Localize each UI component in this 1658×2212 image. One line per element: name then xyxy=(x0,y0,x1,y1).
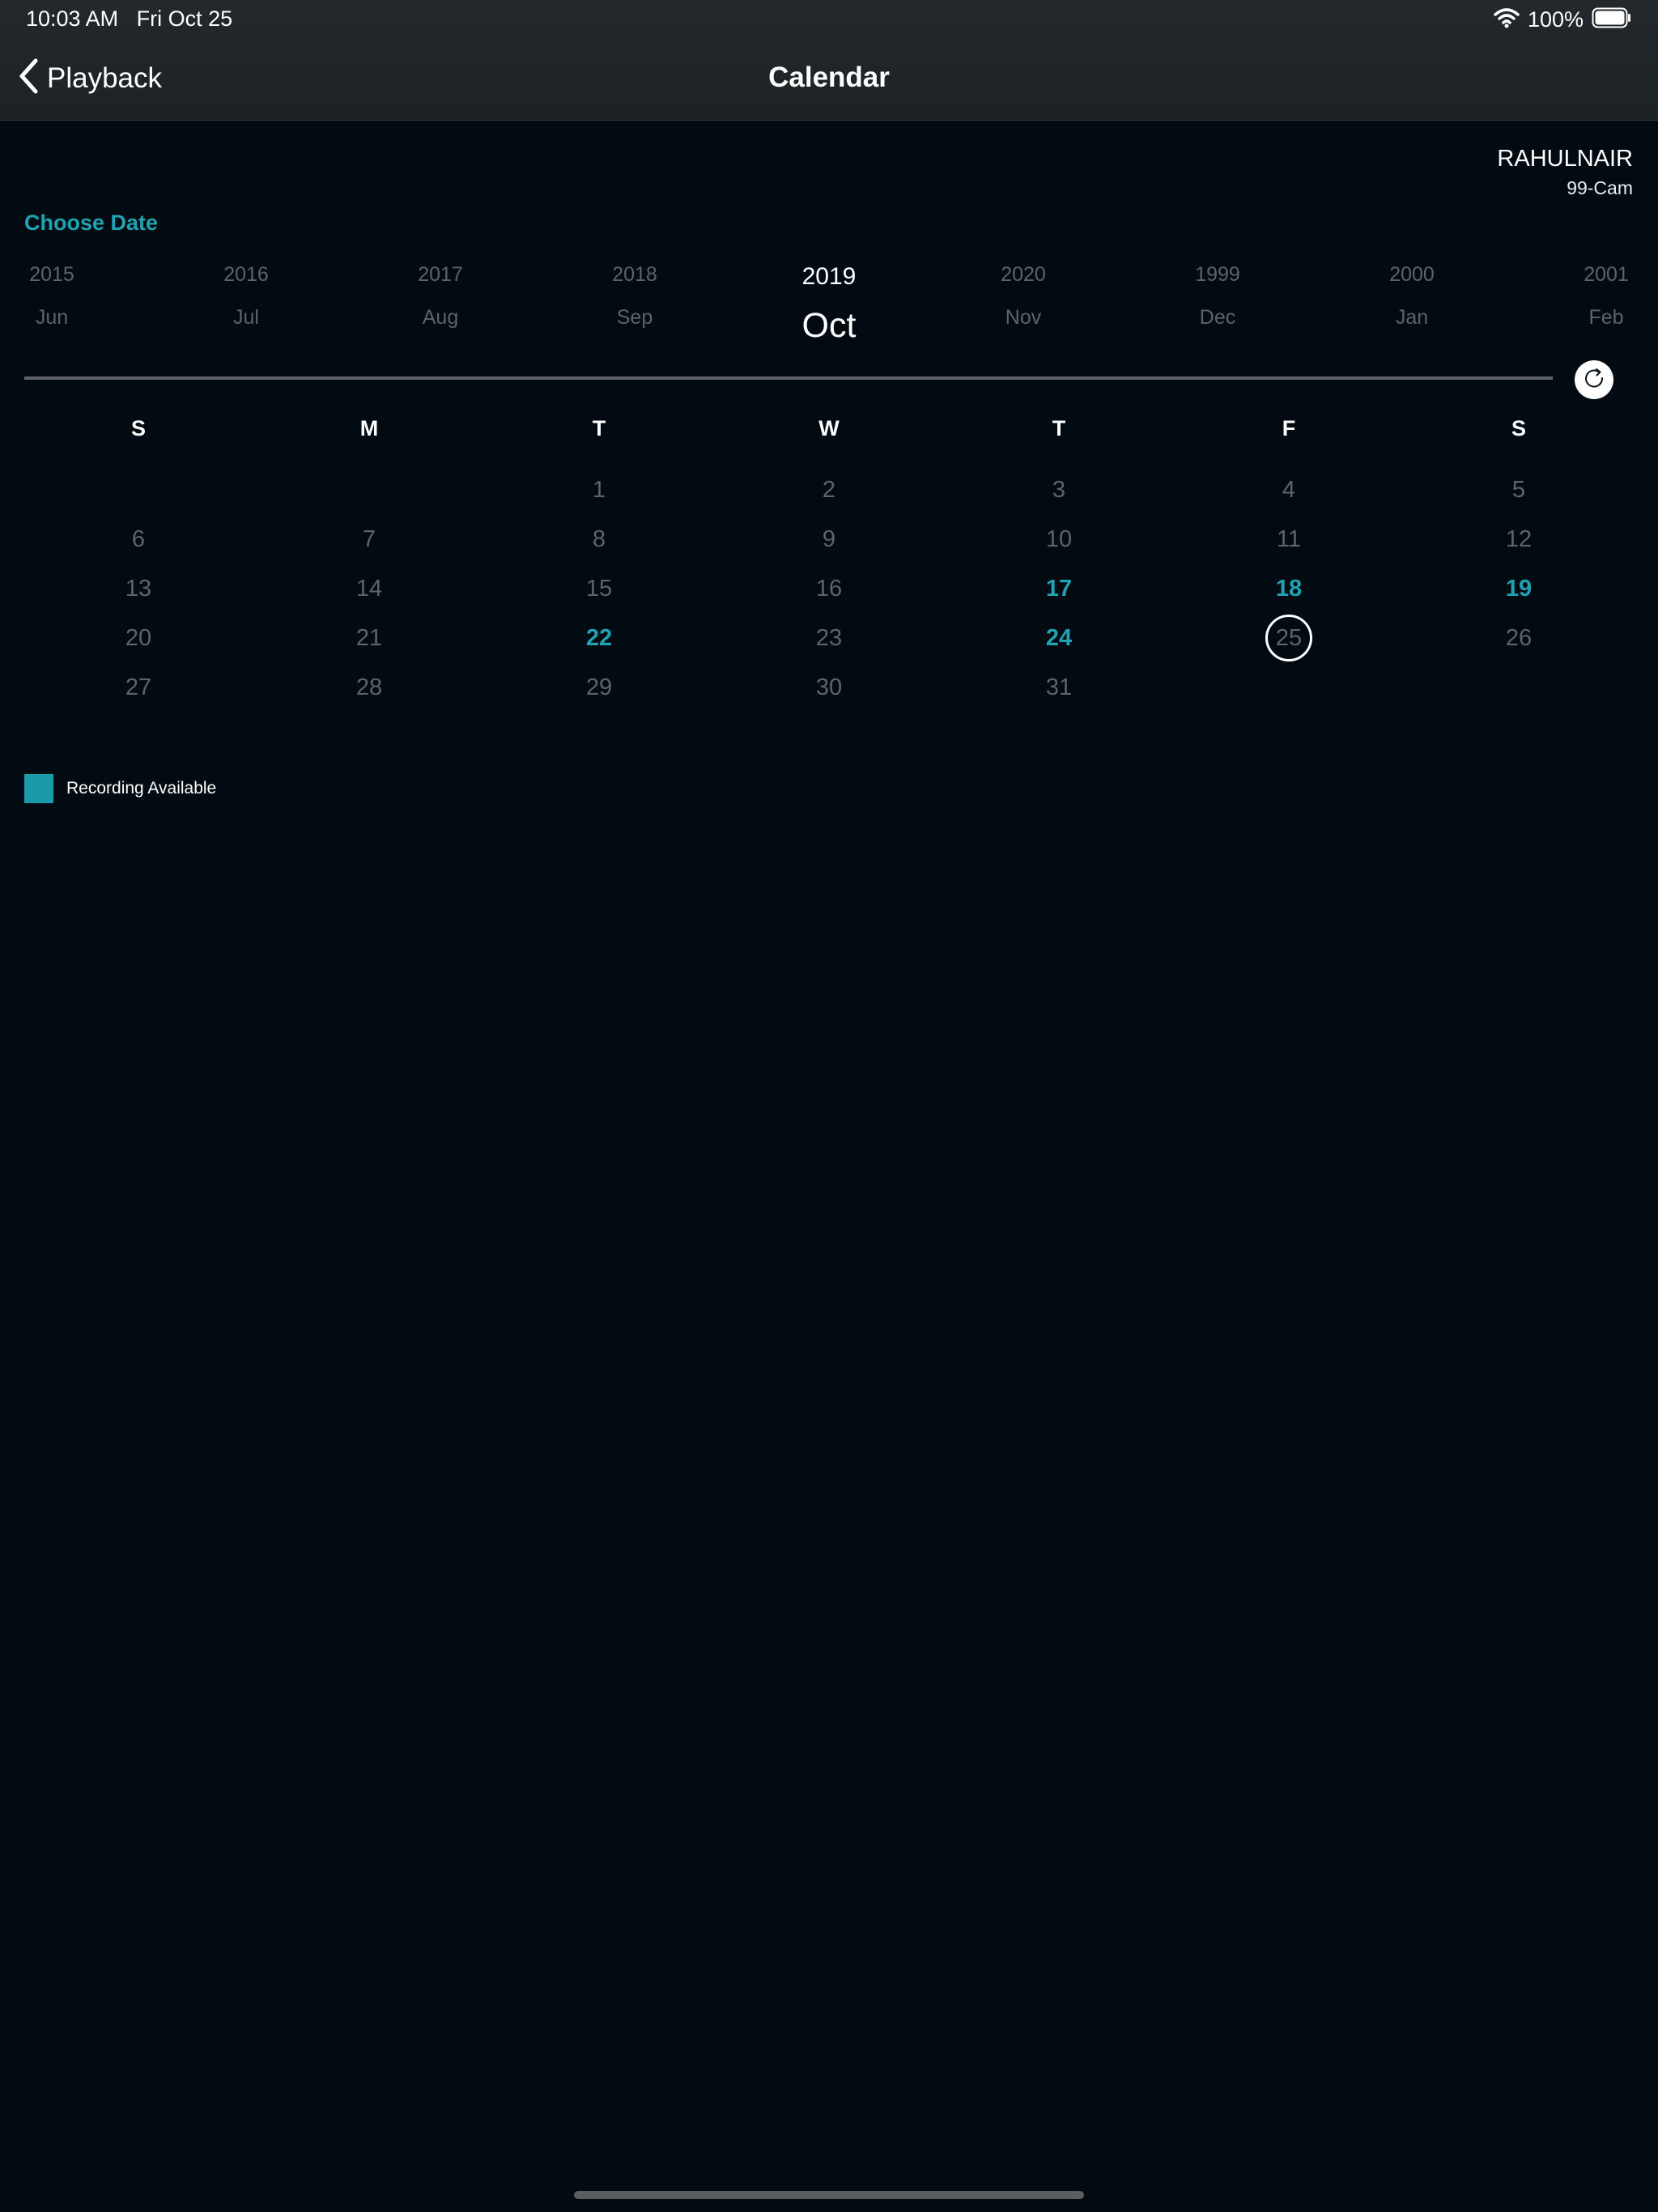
legend-swatch xyxy=(24,774,53,803)
status-time-value: 10:03 AM xyxy=(26,6,119,31)
calendar-day[interactable]: 21 xyxy=(346,615,393,661)
calendar-day[interactable]: 2 xyxy=(806,466,852,513)
month-option[interactable]: Nov xyxy=(959,306,1088,330)
picker-slider-track[interactable] xyxy=(24,376,1553,380)
year-option[interactable]: 1999 xyxy=(1153,263,1282,287)
top-bar: 10:03 AM Fri Oct 25 100% Playback Calend… xyxy=(0,0,1658,121)
calendar-day[interactable]: 12 xyxy=(1495,516,1542,563)
calendar-day[interactable]: 8 xyxy=(576,516,623,563)
calendar-day[interactable]: 26 xyxy=(1495,615,1542,661)
weekday-label: S xyxy=(1511,416,1526,440)
month-option[interactable]: Oct xyxy=(764,306,894,346)
calendar-day[interactable]: 10 xyxy=(1035,516,1082,563)
status-indicators: 100% xyxy=(1494,5,1632,34)
legend: Recording Available xyxy=(24,774,216,803)
calendar-day[interactable]: 18 xyxy=(1265,565,1312,612)
year-option[interactable]: 2016 xyxy=(181,263,311,287)
battery-percent: 100% xyxy=(1527,6,1584,32)
calendar-day[interactable]: 22 xyxy=(576,615,623,661)
home-indicator xyxy=(574,2191,1084,2199)
calendar-day[interactable]: 24 xyxy=(1035,615,1082,661)
calendar-day[interactable]: 7 xyxy=(346,516,393,563)
calendar-day[interactable]: 16 xyxy=(806,565,852,612)
user-name: RAHULNAIR xyxy=(1497,146,1633,172)
calendar-day[interactable]: 23 xyxy=(806,615,852,661)
calendar-day[interactable]: 5 xyxy=(1495,466,1542,513)
wifi-icon xyxy=(1494,7,1520,32)
month-option[interactable]: Aug xyxy=(376,306,505,330)
weekday-label: S xyxy=(130,416,146,440)
calendar-day[interactable]: 11 xyxy=(1265,516,1312,563)
calendar-day[interactable]: 17 xyxy=(1035,565,1082,612)
weekday-label: T xyxy=(592,416,606,440)
month-option[interactable]: Dec xyxy=(1153,306,1282,330)
weekday-label: F xyxy=(1282,416,1296,440)
status-time: 10:03 AM Fri Oct 25 xyxy=(26,6,232,32)
month-option[interactable]: Feb xyxy=(1541,306,1658,330)
calendar-day[interactable]: 13 xyxy=(115,565,162,612)
calendar-day[interactable]: 29 xyxy=(576,664,623,711)
weekday-label: M xyxy=(359,416,379,440)
camera-name: 99-Cam xyxy=(1567,177,1633,198)
page-title: Calendar xyxy=(768,62,890,93)
year-option[interactable]: 2018 xyxy=(570,263,699,287)
calendar-day[interactable]: 6 xyxy=(115,516,162,563)
calendar-day[interactable]: 27 xyxy=(115,664,162,711)
calendar-day[interactable]: 4 xyxy=(1265,466,1312,513)
status-date-value: Fri Oct 25 xyxy=(136,6,233,31)
calendar-day[interactable]: 14 xyxy=(346,565,393,612)
calendar-day[interactable]: 15 xyxy=(576,565,623,612)
year-option[interactable]: 2001 xyxy=(1541,263,1658,287)
refresh-icon xyxy=(1582,366,1606,394)
month-option[interactable]: Jul xyxy=(181,306,311,330)
calendar-day[interactable]: 3 xyxy=(1035,466,1082,513)
year-option[interactable]: 2000 xyxy=(1347,263,1477,287)
month-option[interactable]: Jan xyxy=(1347,306,1477,330)
calendar-day[interactable]: 28 xyxy=(346,664,393,711)
calendar-day[interactable]: 1 xyxy=(576,466,623,513)
weekday-label: T xyxy=(1052,416,1066,440)
month-option[interactable]: Sep xyxy=(570,306,699,330)
calendar-day[interactable]: 31 xyxy=(1035,664,1082,711)
year-option[interactable]: 2020 xyxy=(959,263,1088,287)
weekday-label: W xyxy=(818,416,840,440)
year-option[interactable]: 2019 xyxy=(764,263,894,291)
reset-date-button[interactable] xyxy=(1575,360,1613,399)
year-option[interactable]: 2017 xyxy=(376,263,505,287)
battery-icon xyxy=(1592,7,1632,32)
calendar-day[interactable]: 30 xyxy=(806,664,852,711)
month-option[interactable]: Jun xyxy=(0,306,117,330)
calendar-day[interactable]: 19 xyxy=(1495,565,1542,612)
choose-date-label: Choose Date xyxy=(24,211,159,235)
calendar-day-today[interactable]: 25 xyxy=(1265,615,1312,661)
legend-label: Recording Available xyxy=(66,779,217,798)
calendar-day[interactable]: 9 xyxy=(806,516,852,563)
calendar-day[interactable]: 20 xyxy=(115,615,162,661)
year-option[interactable]: 2015 xyxy=(0,263,117,287)
